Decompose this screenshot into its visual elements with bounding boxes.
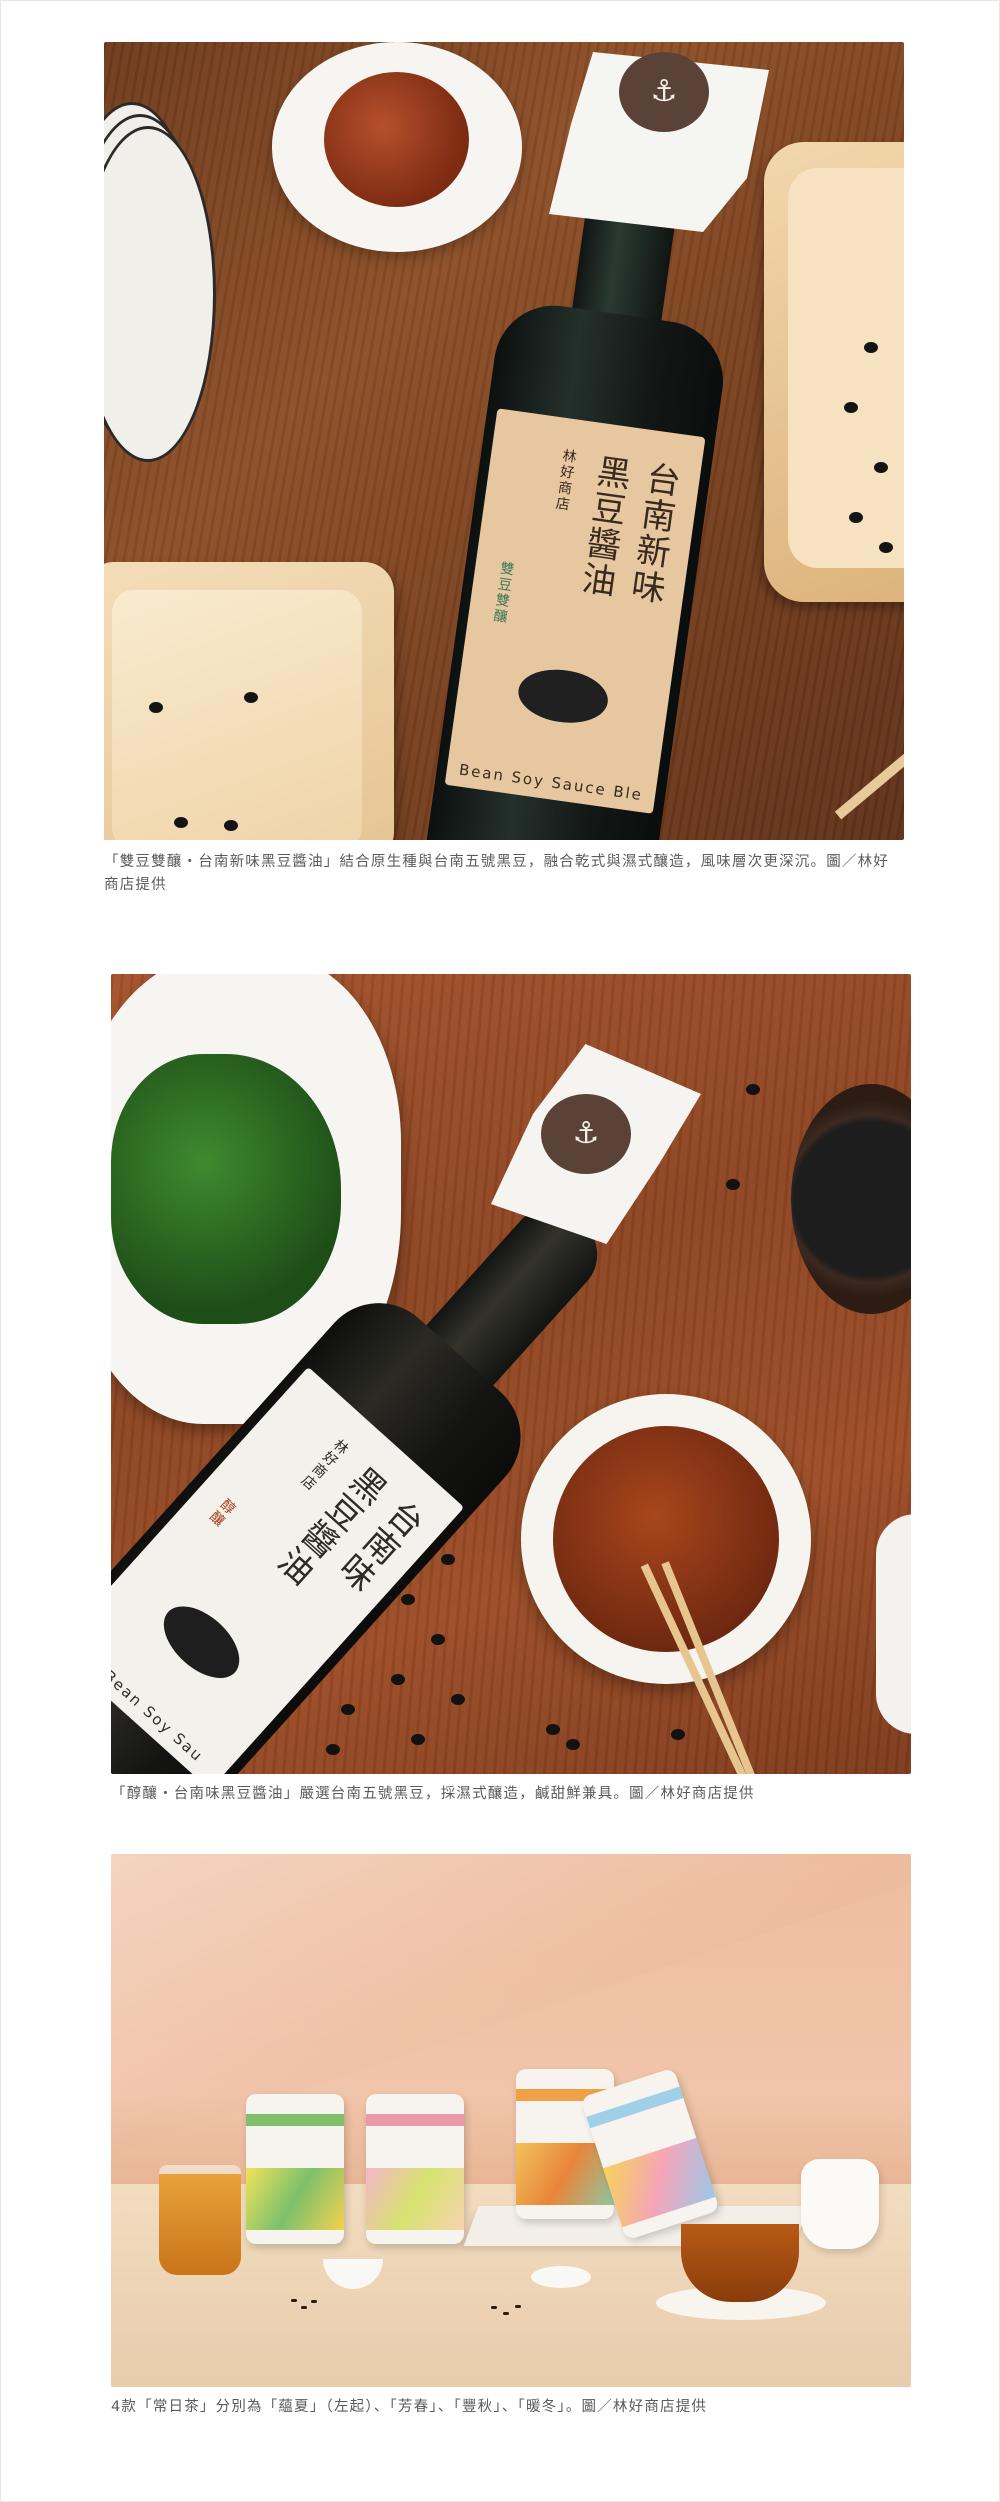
bean-graphic	[150, 1592, 253, 1692]
black-bean	[149, 702, 163, 713]
tea-leaf	[491, 2306, 497, 2309]
label-title-1: 台南新味	[622, 458, 683, 608]
bean-graphic	[514, 664, 612, 729]
tea-tin-summer	[246, 2094, 344, 2244]
photo-soy-sauce-tainan: 台南味 黑豆醬油 林好商店 醇釀 ck Bean Soy Sau ⚓	[111, 974, 911, 1774]
wall-light	[111, 1854, 911, 2154]
black-bean	[451, 1694, 465, 1705]
black-bean	[849, 512, 863, 523]
label-badge: 醇釀	[204, 1495, 239, 1530]
tea-tin-spring	[366, 2094, 464, 2244]
black-bean	[879, 542, 893, 553]
black-bean	[431, 1634, 445, 1645]
wooden-tray-right	[764, 142, 904, 602]
tea-leaf	[503, 2312, 509, 2315]
tea-leaf	[515, 2305, 521, 2308]
black-bean	[864, 342, 878, 353]
black-bean	[411, 1734, 425, 1745]
caption-photo3: 4款「常日茶」分別為「蘊夏」（左起）、「芳春」、「豐秋」、「暖冬」。圖／林好商店…	[111, 2399, 708, 2415]
black-bean	[244, 692, 258, 703]
black-bean	[224, 820, 238, 831]
black-bean	[874, 462, 888, 473]
black-bean	[341, 1704, 355, 1715]
page-frame: 台南新味 黑豆醬油 林好商店 雙豆雙釀 Bean Soy Sauce Ble ⚓…	[0, 0, 1000, 2502]
black-bean	[326, 1744, 340, 1755]
stir-fried-greens	[111, 1054, 341, 1324]
tea-spoon	[531, 2266, 591, 2288]
sauce-bowl	[521, 1394, 811, 1684]
sauce-dish	[272, 42, 522, 252]
caption-photo2: 「醇釀・台南味黑豆醬油」嚴選台南五號黑豆，採濕式釀造，鹹甜鮮兼具。圖／林好商店提…	[111, 1786, 755, 1802]
tea-leaf	[301, 2306, 307, 2309]
tea-leaf	[311, 2300, 317, 2303]
caption-photo1: 「雙豆雙釀・台南新味黑豆醬油」結合原生種與台南五號黑豆，融合乾式與濕式釀造，風味…	[104, 854, 889, 893]
black-bean	[726, 1179, 740, 1190]
tea-leaf	[291, 2299, 297, 2302]
black-bean	[746, 1084, 760, 1095]
black-bean	[844, 402, 858, 413]
black-bean	[174, 817, 188, 828]
tea-glass	[159, 2165, 241, 2275]
photo-daily-tea	[111, 1854, 911, 2387]
side-plate	[876, 1514, 911, 1734]
black-bean	[671, 1729, 685, 1740]
brand-tag-icon: ⚓	[541, 1094, 631, 1174]
photo-soy-sauce-double-bean: 台南新味 黑豆醬油 林好商店 雙豆雙釀 Bean Soy Sauce Ble ⚓	[104, 42, 904, 840]
stacked-plates	[104, 102, 216, 462]
black-bean	[546, 1724, 560, 1735]
brand-tag-icon: ⚓	[619, 52, 709, 132]
label-brand: 林好商店	[552, 447, 578, 514]
black-bean	[566, 1739, 580, 1750]
label-badge: 雙豆雙釀	[490, 560, 516, 626]
black-bean	[391, 1674, 405, 1685]
milk-jug	[801, 2159, 879, 2249]
